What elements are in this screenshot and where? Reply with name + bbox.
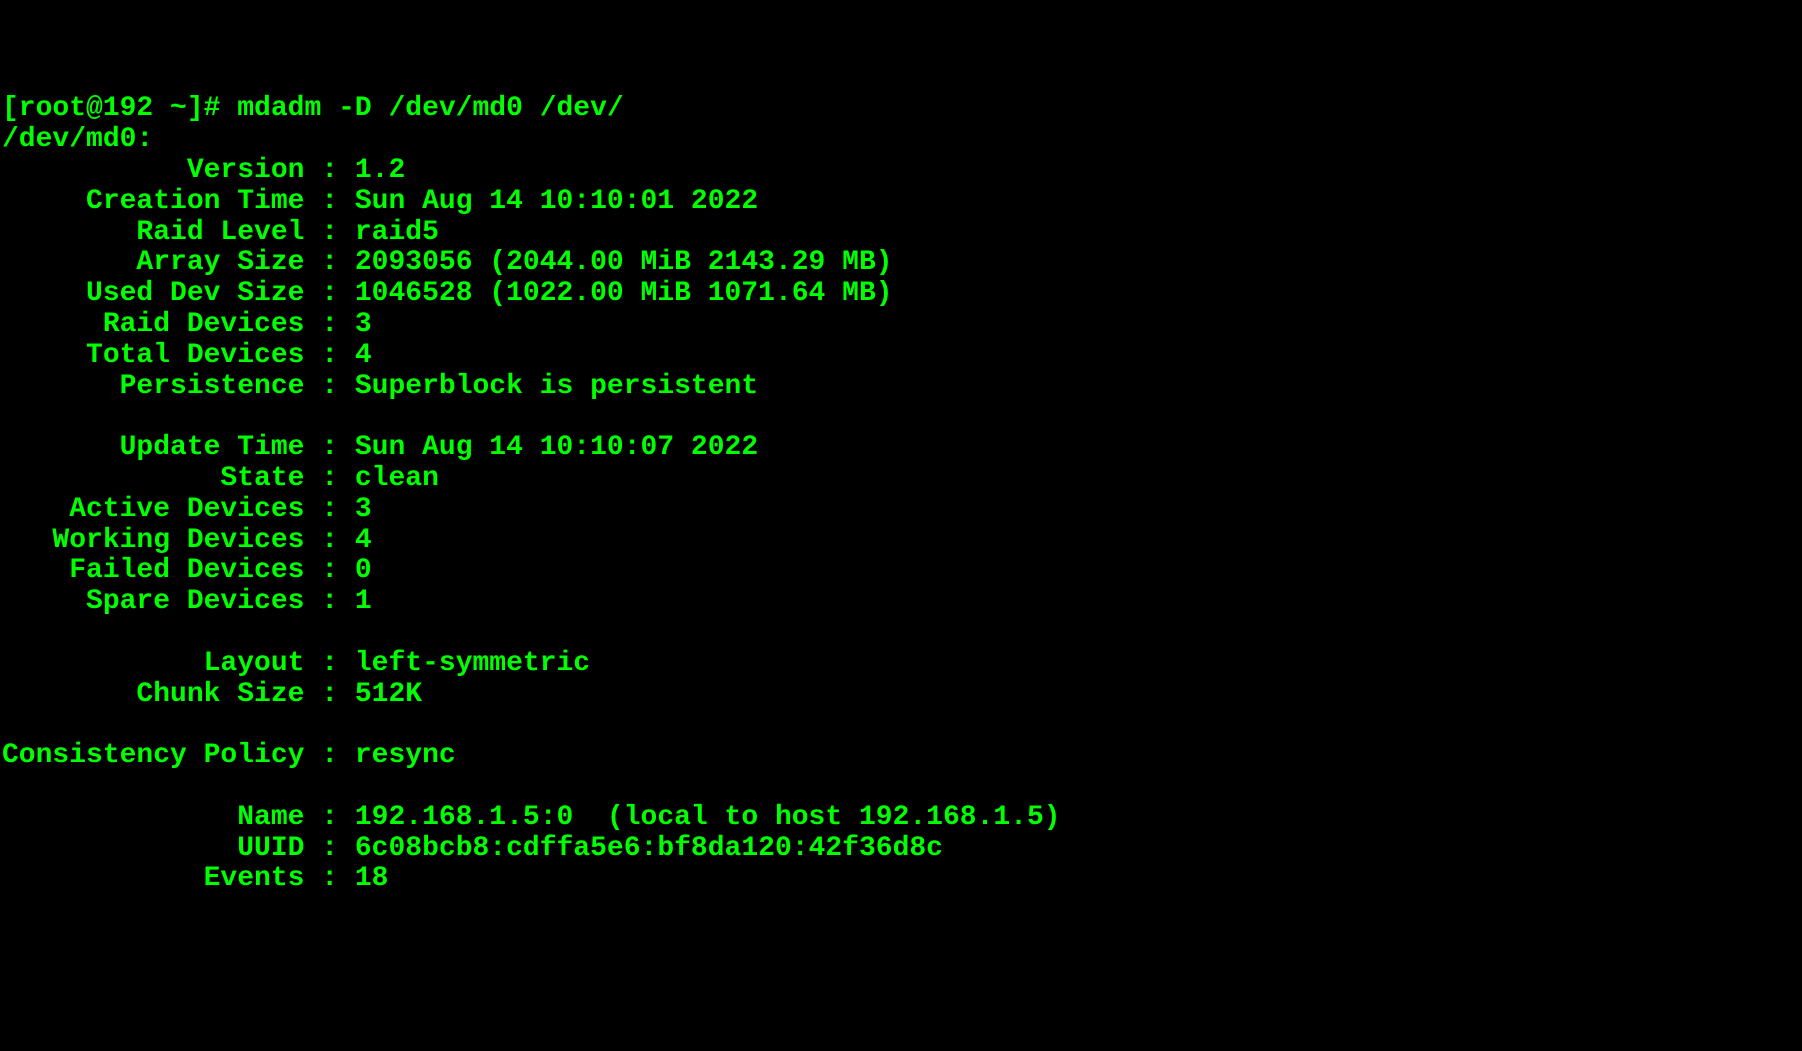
mdadm-detail-fields: Version : 1.2 Creation Time : Sun Aug 14… [2, 156, 1800, 895]
device-header: /dev/md0: [2, 124, 153, 155]
field-label: Raid Level [2, 217, 304, 248]
field-separator: : [304, 648, 354, 679]
field-separator: : [304, 186, 354, 217]
field-label: Name [2, 802, 304, 833]
field-label: Total Devices [2, 340, 304, 371]
shell-prompt: [root@192 ~]# [2, 93, 237, 124]
field-label: Update Time [2, 432, 304, 463]
field-value: 1.2 [355, 155, 405, 186]
field-separator: : [304, 679, 354, 710]
field-value: 6c08bcb8:cdffa5e6:bf8da120:42f36d8c [355, 833, 943, 864]
field-value: 3 [355, 309, 372, 340]
field-separator: : [304, 494, 354, 525]
field-separator: : [304, 555, 354, 586]
field-value: Sun Aug 14 10:10:07 2022 [355, 432, 758, 463]
field-label: Used Dev Size [2, 278, 304, 309]
field-separator: : [304, 586, 354, 617]
field-value: 18 [355, 863, 389, 894]
field-label: Events [2, 863, 304, 894]
field-separator: : [304, 217, 354, 248]
field-label: Version [2, 155, 304, 186]
field-value: Superblock is persistent [355, 371, 758, 402]
field-separator: : [304, 247, 354, 278]
field-value: raid5 [355, 217, 439, 248]
field-separator: : [304, 863, 354, 894]
command-text[interactable]: mdadm -D /dev/md0 /dev/ [237, 93, 623, 124]
field-value: 4 [355, 525, 372, 556]
field-separator: : [304, 340, 354, 371]
field-value: left-symmetric [355, 648, 590, 679]
field-separator: : [304, 432, 354, 463]
field-value: 1 [355, 586, 372, 617]
field-value: Sun Aug 14 10:10:01 2022 [355, 186, 758, 217]
field-value: 512K [355, 679, 422, 710]
field-value: resync [355, 740, 456, 771]
field-label: Spare Devices [2, 586, 304, 617]
field-separator: : [304, 309, 354, 340]
field-separator: : [304, 740, 354, 771]
field-label: Consistency Policy [2, 740, 304, 771]
field-separator: : [304, 525, 354, 556]
field-label: Creation Time [2, 186, 304, 217]
field-label: Persistence [2, 371, 304, 402]
field-value: 2093056 (2044.00 MiB 2143.29 MB) [355, 247, 893, 278]
field-value: 4 [355, 340, 372, 371]
field-separator: : [304, 278, 354, 309]
field-separator: : [304, 371, 354, 402]
field-label: Chunk Size [2, 679, 304, 710]
field-label: Raid Devices [2, 309, 304, 340]
field-label: State [2, 463, 304, 494]
field-label: UUID [2, 833, 304, 864]
field-label: Active Devices [2, 494, 304, 525]
field-value: 3 [355, 494, 372, 525]
field-separator: : [304, 463, 354, 494]
field-label: Layout [2, 648, 304, 679]
terminal-output: [root@192 ~]# mdadm -D /dev/md0 /dev/ /d… [2, 94, 1800, 895]
field-separator: : [304, 833, 354, 864]
field-value: clean [355, 463, 439, 494]
field-label: Failed Devices [2, 555, 304, 586]
field-value: 1046528 (1022.00 MiB 1071.64 MB) [355, 278, 893, 309]
field-label: Array Size [2, 247, 304, 278]
field-value: 0 [355, 555, 372, 586]
field-value: 192.168.1.5:0 (local to host 192.168.1.5… [355, 802, 1061, 833]
field-label: Working Devices [2, 525, 304, 556]
field-separator: : [304, 155, 354, 186]
field-separator: : [304, 802, 354, 833]
